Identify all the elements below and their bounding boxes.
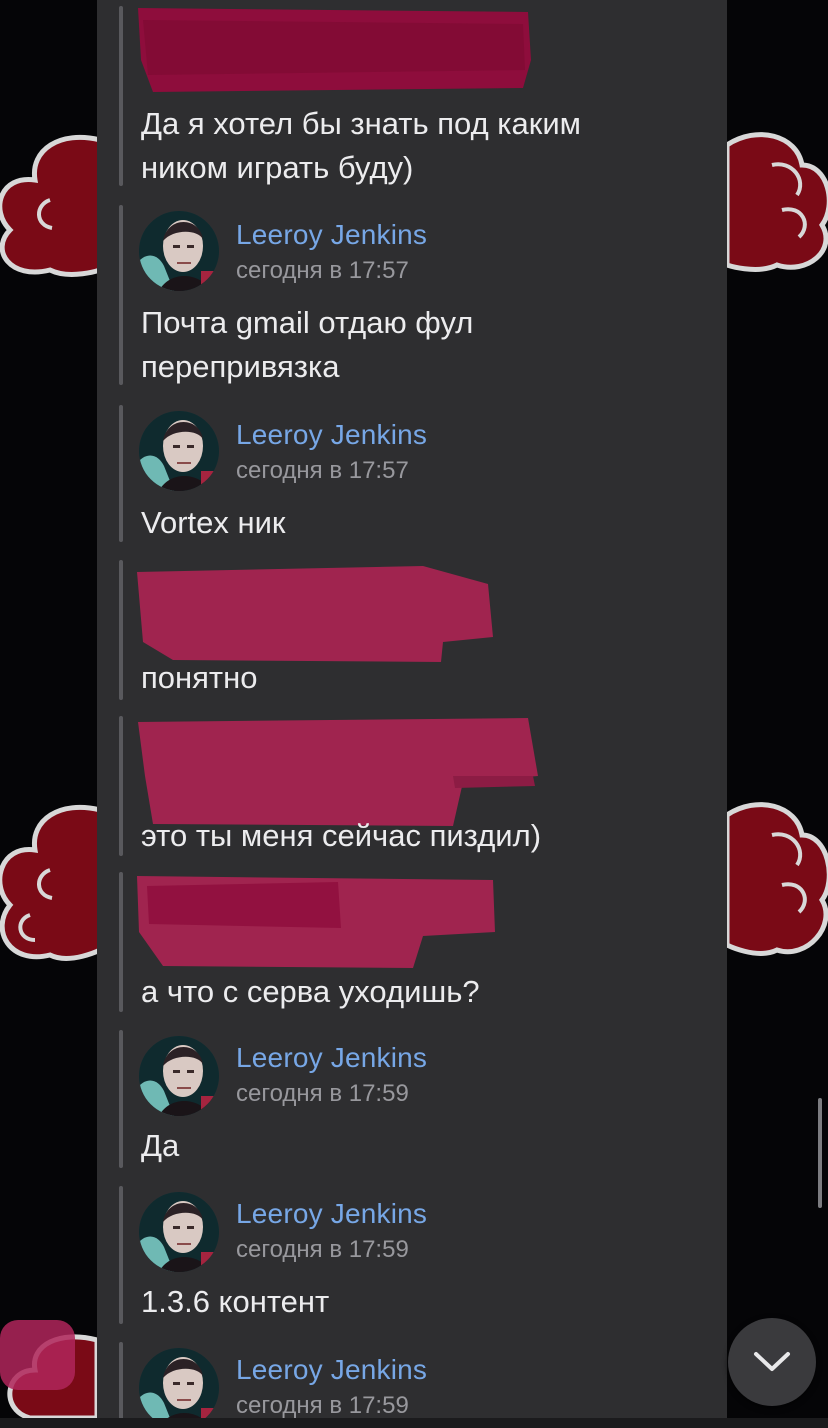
- redaction-scribble: [138, 8, 531, 92]
- message-text-line: это ты меня сейчас пиздил): [141, 818, 542, 853]
- message-author[interactable]: Leeroy Jenkins: [236, 1042, 427, 1074]
- chat-message: Leeroy Jenkins сегодня в 17:57 Vortex ни…: [97, 405, 727, 542]
- message-text-line: 1.3.6 контент: [141, 1284, 330, 1319]
- user-avatar[interactable]: [139, 1348, 219, 1418]
- message-author[interactable]: Leeroy Jenkins: [236, 1354, 427, 1386]
- scrollbar-thumb[interactable]: [818, 1098, 822, 1208]
- message-accent-bar: [119, 6, 123, 186]
- user-avatar[interactable]: [139, 1192, 219, 1272]
- scroll-to-bottom-button[interactable]: [728, 1318, 816, 1406]
- chevron-down-icon: [754, 1352, 790, 1371]
- chat-message: Leeroy Jenkins сегодня в 17:59 1.3.6 кон…: [97, 1186, 727, 1324]
- message-accent-bar: [119, 1186, 123, 1324]
- cloud-decoration-left-mid: [0, 804, 100, 961]
- message-text-line: а что с серва уходишь?: [141, 974, 480, 1009]
- message-author[interactable]: Leeroy Jenkins: [236, 1198, 427, 1230]
- user-avatar[interactable]: [139, 411, 219, 491]
- chat-message-list[interactable]: Да я хотел бы знать под каким ником игра…: [97, 0, 727, 1418]
- bottom-strip: [0, 1418, 828, 1428]
- message-text-line: Да: [141, 1128, 180, 1163]
- message-text-line: ником играть буду): [141, 150, 414, 185]
- chat-message: Да я хотел бы знать под каким ником игра…: [97, 0, 727, 186]
- cloud-decoration-left-top: [0, 134, 100, 277]
- cloud-decoration-right-top: [727, 132, 828, 272]
- redaction-scribble: [137, 876, 495, 968]
- message-text-line: понятно: [141, 660, 258, 695]
- message-timestamp: сегодня в 17:59: [236, 1392, 409, 1418]
- user-avatar[interactable]: [139, 1036, 219, 1116]
- message-accent-bar: [119, 872, 123, 1012]
- chat-message: Leeroy Jenkins сегодня в 17:57 Почта gma…: [97, 205, 727, 385]
- message-text-line: перепривязка: [141, 349, 340, 384]
- message-accent-bar: [119, 1030, 123, 1168]
- message-text-line: Почта gmail отдаю фул: [141, 305, 474, 340]
- message-accent-bar: [119, 716, 123, 856]
- message-accent-bar: [119, 560, 123, 700]
- message-text-line: Да я хотел бы знать под каким: [141, 106, 581, 141]
- message-author[interactable]: Leeroy Jenkins: [236, 419, 427, 451]
- redaction-scribble: [137, 566, 493, 662]
- message-text-line: Vortex ник: [141, 505, 286, 540]
- chat-message: понятно: [97, 560, 727, 700]
- message-author[interactable]: Leeroy Jenkins: [236, 219, 427, 251]
- chat-message: Leeroy Jenkins сегодня в 17:59 Да: [97, 1030, 727, 1168]
- chat-message: а что с серва уходишь?: [97, 872, 727, 1012]
- message-timestamp: сегодня в 17:57: [236, 257, 409, 284]
- message-timestamp: сегодня в 17:59: [236, 1236, 409, 1263]
- message-timestamp: сегодня в 17:57: [236, 457, 409, 484]
- message-timestamp: сегодня в 17:59: [236, 1080, 409, 1107]
- redaction-scribble: [138, 718, 538, 826]
- chat-message: это ты меня сейчас пиздил): [97, 716, 727, 856]
- message-accent-bar: [119, 405, 123, 542]
- cloud-decoration-left-bottom: [0, 1320, 97, 1418]
- message-accent-bar: [119, 205, 123, 385]
- message-accent-bar: [119, 1342, 123, 1418]
- chat-message: Leeroy Jenkins сегодня в 17:59: [97, 1342, 727, 1418]
- user-avatar[interactable]: [139, 211, 219, 291]
- cloud-decoration-right-mid: [727, 802, 828, 956]
